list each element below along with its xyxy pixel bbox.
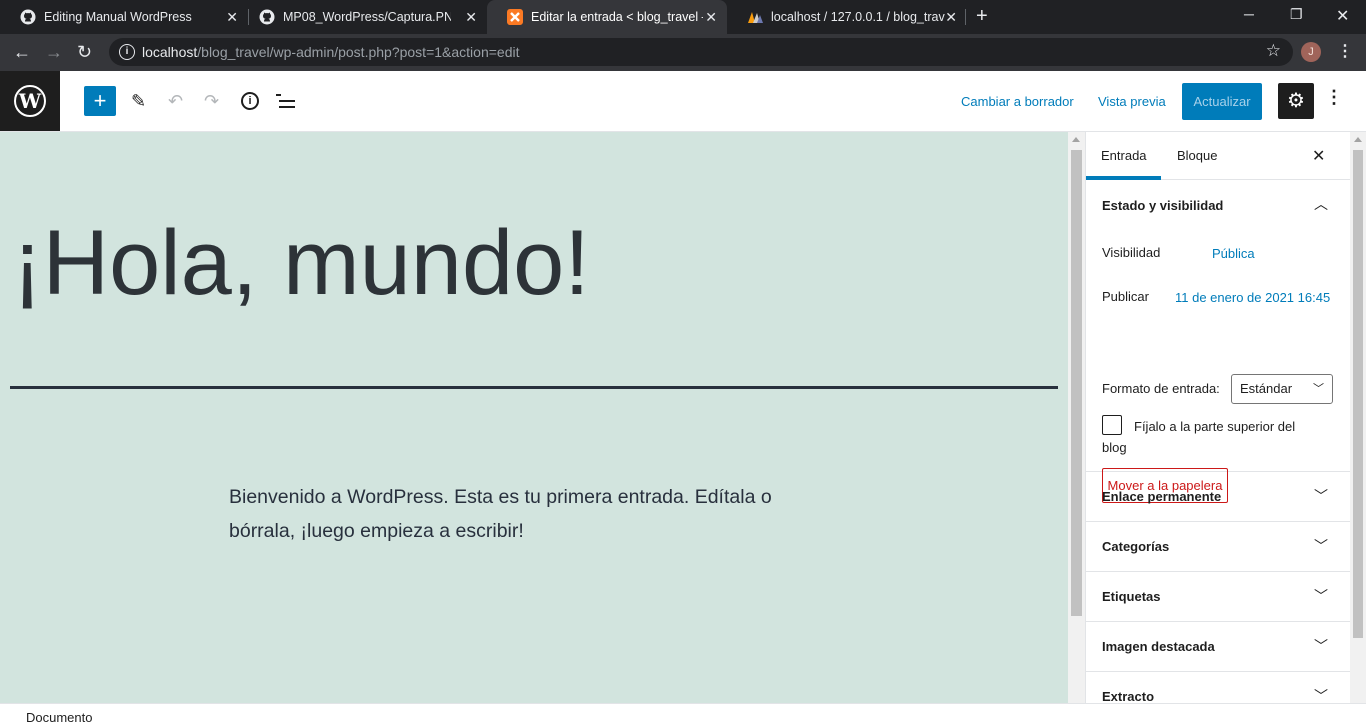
settings-sidebar: Entrada Bloque ✕ Estado y visibilidad ︿ … [1085, 132, 1350, 703]
close-icon[interactable]: ✕ [945, 9, 957, 26]
browser-tab-1[interactable]: Editing Manual WordPress XAMPP ✕ [0, 0, 248, 34]
breadcrumb[interactable]: Documento [26, 710, 92, 725]
more-options-icon[interactable]: ⋮ [1325, 87, 1343, 108]
add-block-button[interactable]: + [84, 86, 116, 116]
undo-icon[interactable]: ↶ [168, 89, 183, 113]
close-icon[interactable]: ✕ [226, 9, 238, 26]
xampp-icon [507, 9, 523, 25]
post-format-select[interactable]: Estándar ﹀ [1231, 374, 1333, 404]
url-path: /blog_travel/wp-admin/post.php?post=1&ac… [197, 44, 520, 60]
panel-excerpt[interactable]: Extracto ﹀ [1086, 672, 1350, 703]
wordpress-logo-icon: W [14, 85, 46, 117]
bookmark-star-icon[interactable]: ☆ [1266, 41, 1281, 61]
settings-gear-icon[interactable]: ⚙ [1278, 83, 1314, 119]
scrollbar-thumb[interactable] [1071, 150, 1082, 616]
editor-canvas: ¡Hola, mundo! Bienvenido a WordPress. Es… [0, 132, 1068, 703]
chevron-down-icon: ﹀ [1313, 383, 1324, 395]
url-host: localhost [142, 44, 198, 60]
wordpress-logo-button[interactable]: W [0, 71, 60, 131]
edit-pencil-icon[interactable]: ✎ [131, 89, 146, 113]
scrollbar-thumb[interactable] [1353, 150, 1363, 638]
panel-title: Categorías [1102, 539, 1170, 554]
separator-block [10, 386, 1058, 389]
sticky-label: Fíjalo a la parte superior del blog [1102, 419, 1296, 455]
panel-title: Imagen destacada [1102, 639, 1215, 654]
panel-title[interactable]: Estado y visibilidad [1102, 198, 1223, 213]
sidebar-scrollbar[interactable] [1350, 132, 1366, 703]
visibility-toggle[interactable]: Pública [1212, 246, 1255, 261]
panel-title: Enlace permanente [1102, 489, 1222, 504]
publish-date-toggle[interactable]: 11 de enero de 2021 16:45 [1175, 290, 1330, 305]
tab-entrada[interactable]: Entrada [1086, 132, 1161, 180]
panel-title: Extracto [1102, 689, 1155, 703]
visibility-label: Visibilidad [1102, 245, 1161, 260]
new-tab-icon[interactable]: + [976, 5, 988, 28]
site-info-icon[interactable]: i [119, 44, 135, 60]
post-format-label: Formato de entrada: [1102, 381, 1220, 396]
chevron-up-icon[interactable]: ︿ [1314, 194, 1328, 214]
sticky-checkbox[interactable] [1102, 415, 1122, 435]
profile-avatar[interactable]: J [1301, 42, 1321, 62]
close-icon[interactable]: ✕ [1312, 146, 1325, 166]
chevron-down-icon: ﹀ [1314, 638, 1328, 654]
browser-menu-icon[interactable]: ⋮ [1337, 41, 1353, 61]
scroll-up-arrow-icon[interactable] [1072, 137, 1080, 142]
switch-to-draft-button[interactable]: Cambiar a borrador [961, 94, 1074, 109]
tab-title: Editing Manual WordPress XAMPP [44, 10, 194, 24]
panel-title: Etiquetas [1102, 589, 1161, 604]
close-icon[interactable]: ✕ [465, 9, 477, 26]
browser-tab-3[interactable]: Editar la entrada < blog_travel — WordPr… [487, 0, 727, 34]
chevron-down-icon: ﹀ [1314, 538, 1328, 554]
browser-tab-2[interactable]: MP08_WordPress/Captura.PNG at ✕ [239, 0, 487, 34]
details-info-icon[interactable]: i [241, 92, 259, 110]
tab-title: localhost / 127.0.0.1 / blog_travel [771, 10, 945, 24]
editor-footer: Documento [0, 703, 1366, 728]
panel-permalink[interactable]: Enlace permanente ﹀ [1086, 472, 1350, 522]
address-bar[interactable]: i localhost/blog_travel/wp-admin/post.ph… [109, 38, 1293, 66]
window-close-icon[interactable]: ✕ [1336, 6, 1349, 26]
forward-icon[interactable]: → [45, 42, 63, 62]
tab-bloque[interactable]: Bloque [1177, 132, 1217, 180]
panel-featured-image[interactable]: Imagen destacada ﹀ [1086, 622, 1350, 672]
tab-separator [965, 9, 966, 25]
publish-label: Publicar [1102, 289, 1149, 304]
redo-icon[interactable]: ↷ [204, 89, 219, 113]
paragraph-block[interactable]: Bienvenido a WordPress. Esta es tu prime… [229, 480, 789, 548]
post-title[interactable]: ¡Hola, mundo! [12, 208, 590, 318]
status-visibility-panel: Estado y visibilidad ︿ Visibilidad Públi… [1086, 180, 1350, 503]
tab-title: MP08_WordPress/Captura.PNG at [283, 10, 451, 24]
canvas-scrollbar[interactable] [1068, 132, 1085, 703]
chevron-down-icon: ﹀ [1314, 688, 1328, 703]
url-text: localhost/blog_travel/wp-admin/post.php?… [142, 44, 519, 60]
browser-tab-strip: Editing Manual WordPress XAMPP ✕ MP08_Wo… [0, 0, 1366, 34]
chevron-down-icon: ﹀ [1314, 588, 1328, 604]
browser-toolbar: ← → ↻ i localhost/blog_travel/wp-admin/p… [0, 34, 1366, 71]
back-icon[interactable]: ← [13, 42, 31, 62]
browser-tab-4[interactable]: localhost / 127.0.0.1 / blog_travel ✕ [727, 0, 967, 34]
update-button[interactable]: Actualizar [1182, 83, 1262, 120]
block-navigation-icon[interactable] [276, 93, 295, 109]
github-icon [259, 9, 275, 25]
editor-header: W + ✎ ↶ ↷ i Cambiar a borrador Vista pre… [0, 71, 1366, 132]
scroll-up-arrow-icon[interactable] [1354, 137, 1362, 142]
close-icon[interactable]: ✕ [705, 9, 717, 26]
minimize-icon[interactable]: ─ [1244, 6, 1254, 22]
post-format-value: Estándar [1240, 381, 1293, 396]
panel-tags[interactable]: Etiquetas ﹀ [1086, 572, 1350, 622]
reload-icon[interactable]: ↻ [77, 42, 92, 62]
github-icon [20, 9, 36, 25]
restore-icon[interactable]: ❐ [1290, 6, 1303, 23]
chevron-down-icon: ﹀ [1314, 488, 1328, 504]
tab-title: Editar la entrada < blog_travel — WordPr… [531, 10, 703, 24]
preview-button[interactable]: Vista previa [1098, 94, 1166, 109]
phpmyadmin-icon [748, 12, 763, 23]
panel-categories[interactable]: Categorías ﹀ [1086, 522, 1350, 572]
sidebar-tabs: Entrada Bloque ✕ [1086, 132, 1350, 180]
